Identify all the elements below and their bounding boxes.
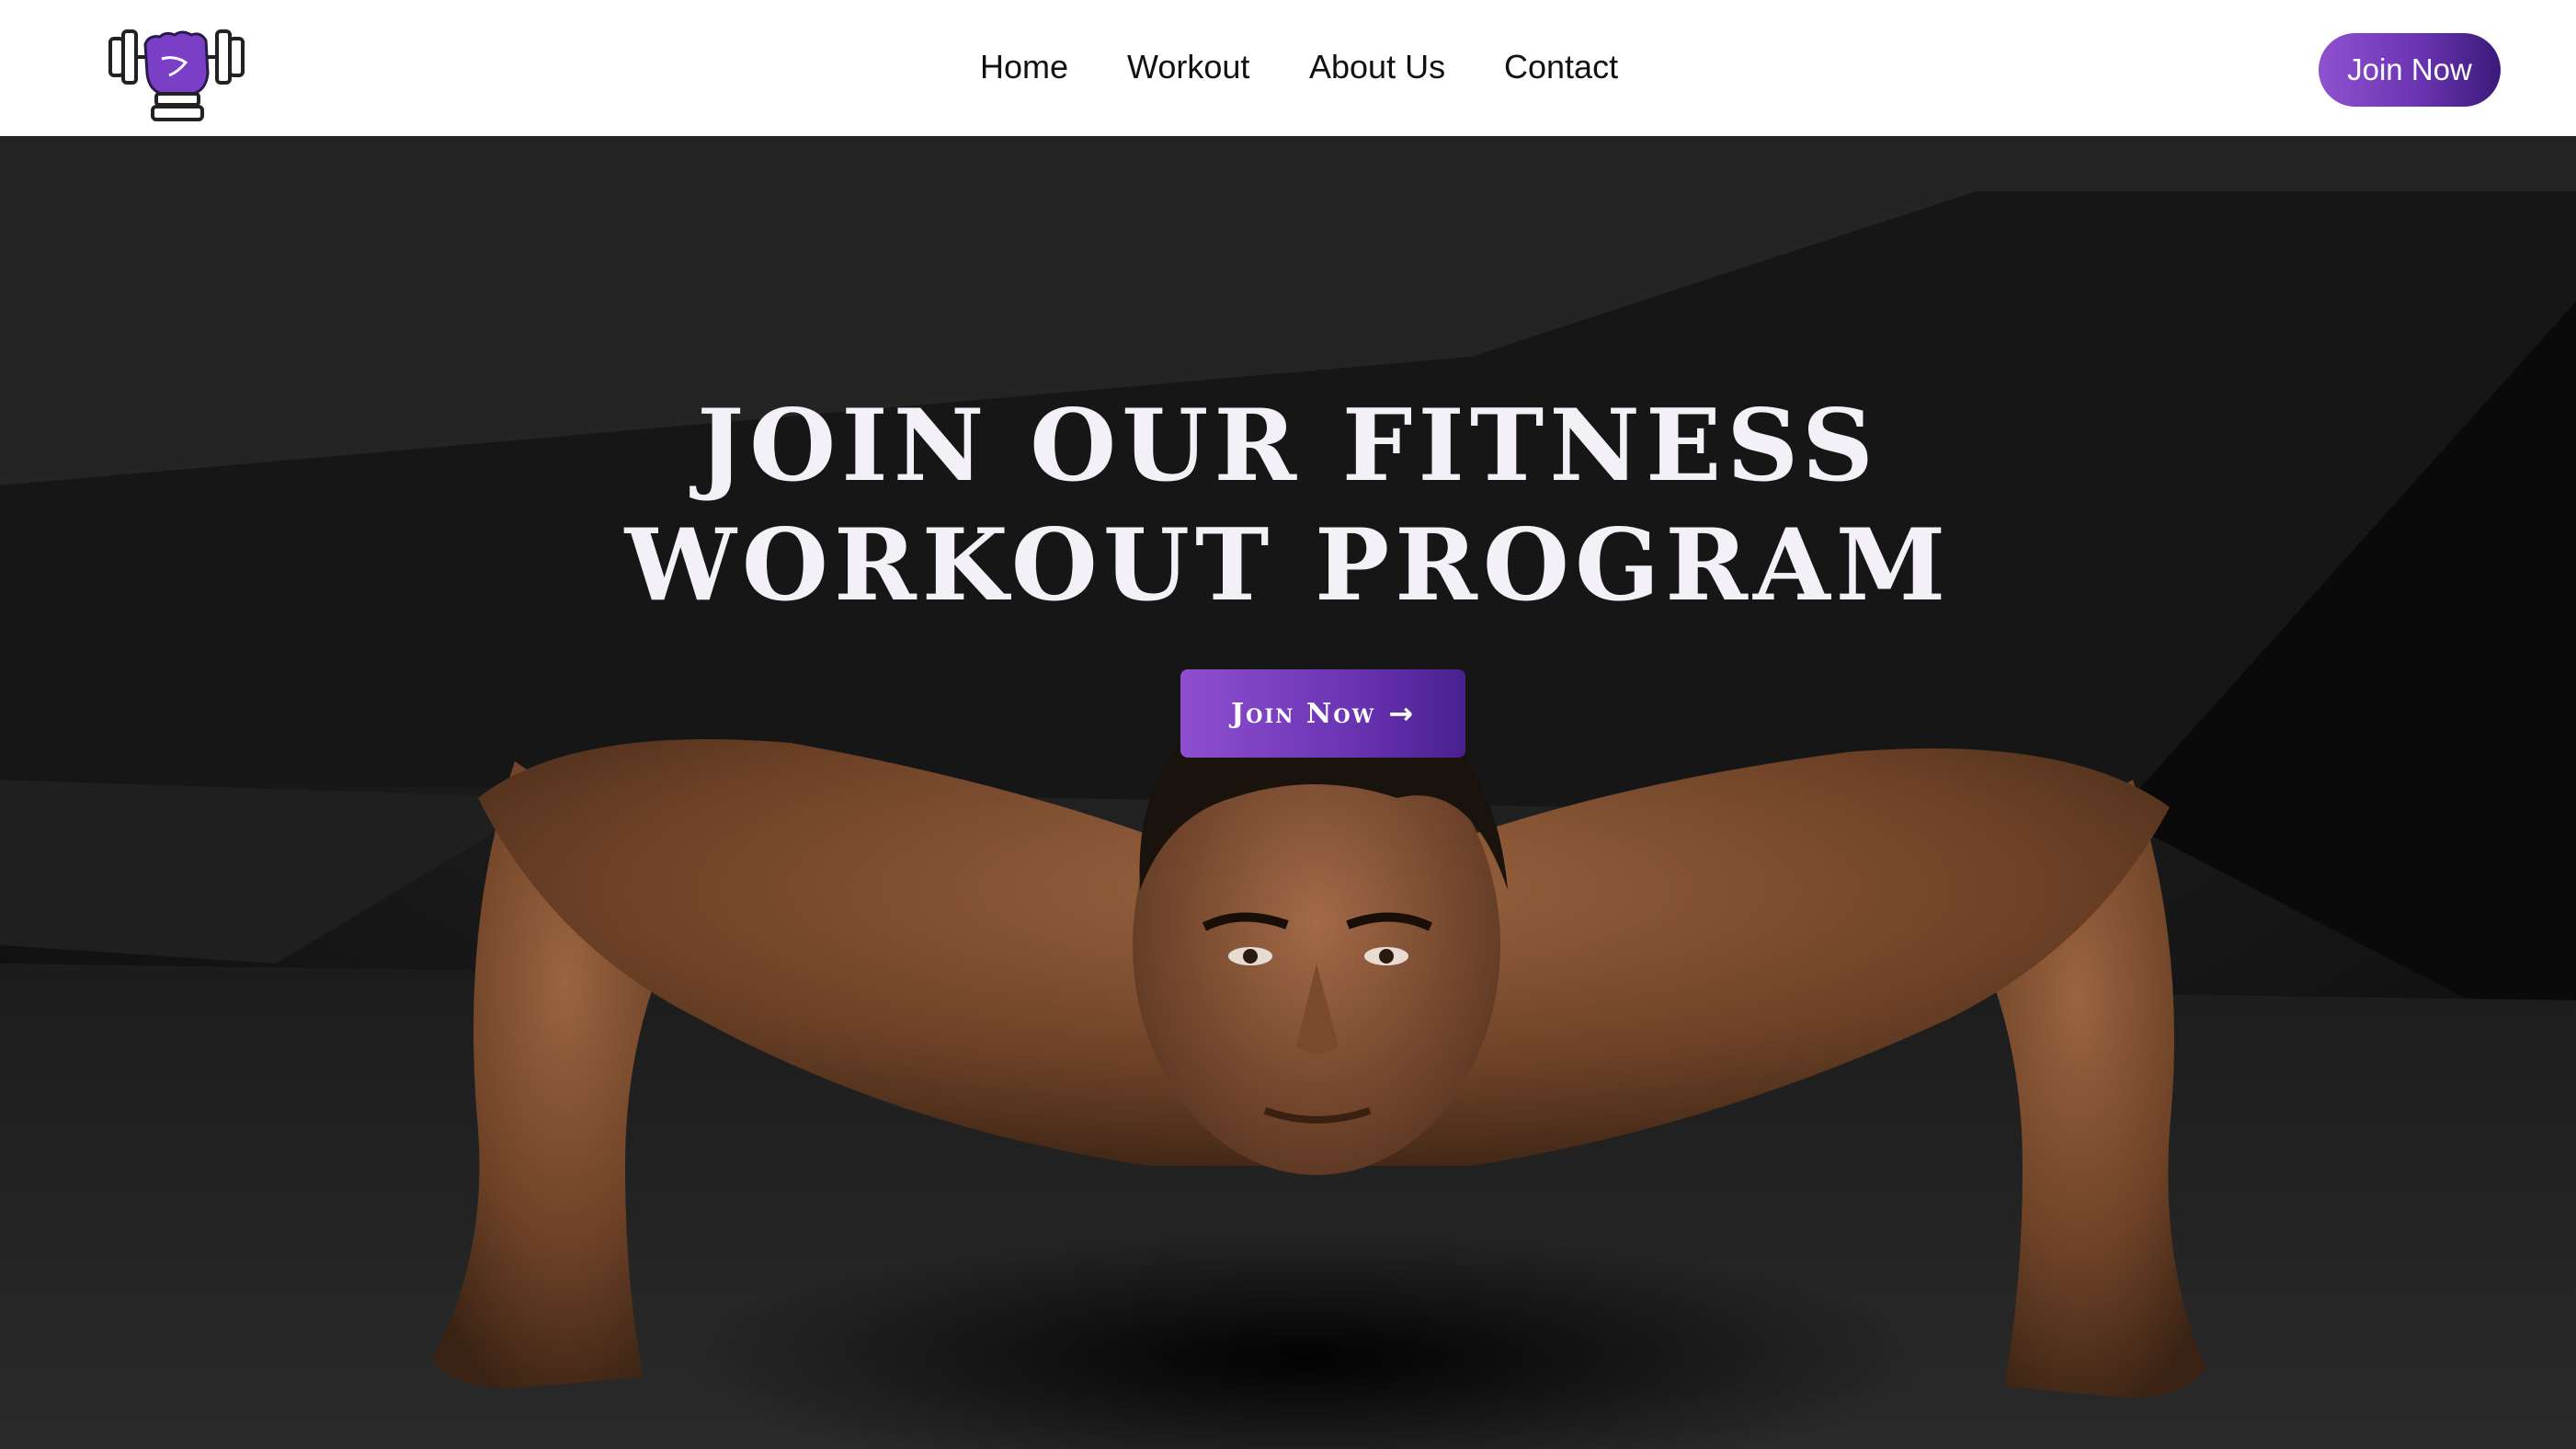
hero-title: JOIN OUR FITNESS WORKOUT PROGRAM	[0, 386, 2576, 625]
nav-link-workout[interactable]: Workout	[1127, 48, 1249, 86]
main-nav: Home Workout About Us Contact	[0, 0, 2576, 136]
top-navbar: Home Workout About Us Contact Join Now	[0, 0, 2576, 136]
hero-background-image	[0, 136, 2576, 1449]
hero-section: JOIN OUR FITNESS WORKOUT PROGRAM Join No…	[0, 136, 2576, 1449]
nav-join-now-button[interactable]: Join Now	[2319, 33, 2501, 107]
hero-join-now-label: Join Now	[1230, 697, 1376, 730]
nav-link-home[interactable]: Home	[980, 48, 1068, 86]
nav-link-about-us[interactable]: About Us	[1309, 48, 1445, 86]
nav-link-contact[interactable]: Contact	[1504, 48, 1618, 86]
hero-title-line-2: WORKOUT PROGRAM	[624, 508, 1952, 623]
hero-join-now-button[interactable]: Join Now →	[1180, 669, 1465, 758]
hero-title-line-1: JOIN OUR FITNESS	[697, 388, 1879, 504]
arrow-right-icon: →	[1388, 696, 1416, 731]
